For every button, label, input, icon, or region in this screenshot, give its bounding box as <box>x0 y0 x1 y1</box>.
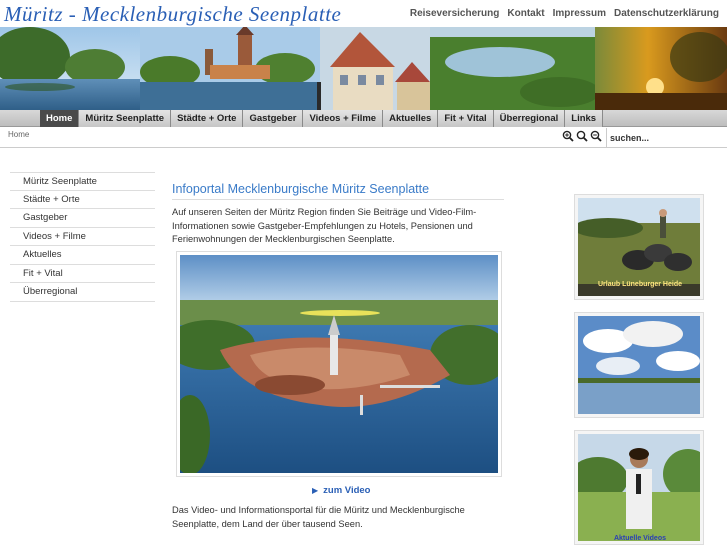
link-impressum[interactable]: Impressum <box>553 8 606 19</box>
link-kontakt[interactable]: Kontakt <box>507 8 544 19</box>
zoom-out-icon[interactable] <box>590 129 602 142</box>
intro-text: Auf unseren Seiten der Müritz Region fin… <box>172 207 477 244</box>
nav-staedte-orte[interactable]: Städte + Orte <box>171 110 244 127</box>
search-input[interactable] <box>607 129 722 147</box>
sidebar-item-fit-vital[interactable]: Fit + Vital <box>10 265 155 283</box>
zoom-controls <box>562 129 602 142</box>
site-header: Müritz - Mecklenburgische Seenplatte Rei… <box>0 0 727 27</box>
thumbnail-aktuelle-videos[interactable]: Aktuelle Videos <box>574 430 704 545</box>
sidebar-item-mueritz-seenplatte[interactable]: Müritz Seenplatte <box>10 172 155 191</box>
nav-gastgeber[interactable]: Gastgeber <box>243 110 304 127</box>
video-link-label: zum Video <box>323 485 371 496</box>
nav-aktuelles[interactable]: Aktuelles <box>383 110 439 127</box>
thumbnail-lueneburger-heide[interactable]: Urlaub Lüneburger Heide <box>574 194 704 300</box>
nav-home[interactable]: Home <box>40 110 80 127</box>
top-links: Reiseversicherung Kontakt Impressum Date… <box>410 8 719 19</box>
zoom-reset-icon[interactable] <box>576 129 588 142</box>
nav-fit-vital[interactable]: Fit + Vital <box>438 110 494 127</box>
breadcrumb[interactable]: Home <box>8 130 29 139</box>
sidebar-item-gastgeber[interactable]: Gastgeber <box>10 209 155 228</box>
main-content: Infoportal Mecklenburgische Müritz Seenp… <box>172 182 504 529</box>
sidebar-item-aktuelles[interactable]: Aktuelles <box>10 246 155 265</box>
description-text: Das Video- und Informationsportal für di… <box>172 505 465 529</box>
header-banner-image <box>0 27 727 110</box>
search-box <box>606 128 727 147</box>
sidebar-item-ueberregional[interactable]: Überregional <box>10 283 155 302</box>
link-datenschutz[interactable]: Datenschutzerklärung <box>614 8 719 19</box>
nav-ueberregional[interactable]: Überregional <box>493 110 566 127</box>
sidebar-item-videos-filme[interactable]: Videos + Filme <box>10 228 155 246</box>
sidebar: Müritz Seenplatte Städte + Orte Gastgebe… <box>10 172 155 302</box>
nav-mueritz-seenplatte[interactable]: Müritz Seenplatte <box>79 110 172 127</box>
thumbnail-caption-heide: Urlaub Lüneburger Heide <box>597 281 682 288</box>
nav-videos-filme[interactable]: Videos + Filme <box>303 110 384 127</box>
main-nav: Home Müritz Seenplatte Städte + Orte Gas… <box>0 110 727 127</box>
aerial-town-photo[interactable] <box>176 251 502 477</box>
nav-links[interactable]: Links <box>565 110 604 127</box>
thumbnail-caption-videos: Aktuelle Videos <box>613 535 666 542</box>
thumbnail-lake-clouds[interactable] <box>574 312 704 418</box>
page-title: Infoportal Mecklenburgische Müritz Seenp… <box>172 182 504 200</box>
site-title[interactable]: Müritz - Mecklenburgische Seenplatte <box>4 2 341 27</box>
toolbar: Home <box>0 127 727 148</box>
sidebar-item-staedte-orte[interactable]: Städte + Orte <box>10 191 155 209</box>
link-reiseversicherung[interactable]: Reiseversicherung <box>410 8 500 19</box>
zoom-in-icon[interactable] <box>562 129 574 142</box>
arrow-right-icon: ▶ <box>312 486 319 495</box>
video-link[interactable]: ▶ zum Video <box>312 485 371 496</box>
